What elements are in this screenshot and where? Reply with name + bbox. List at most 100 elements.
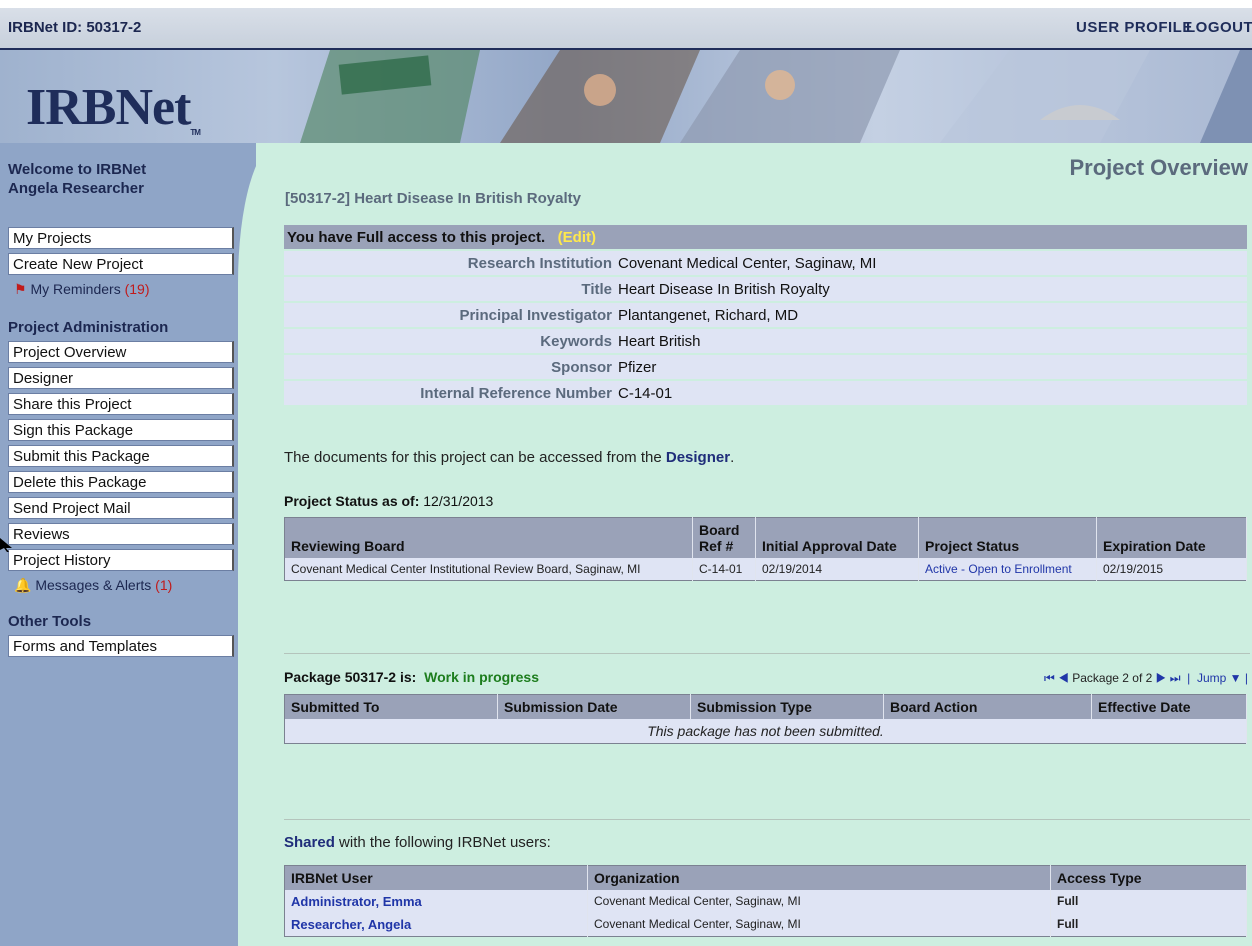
package-state: Work in progress <box>424 669 539 685</box>
logout-link[interactable]: LOGOUT <box>1186 19 1252 36</box>
chevron-down-icon[interactable]: ▼ <box>1230 671 1242 685</box>
cell-user: Administrator, Emma <box>284 890 588 913</box>
user-link[interactable]: Researcher, Angela <box>291 917 411 932</box>
col-submission-type: Submission Type <box>690 694 884 719</box>
info-label: Title <box>284 276 615 303</box>
table-row: Researcher, Angela Covenant Medical Cent… <box>284 913 1247 937</box>
sidebar-item-reviews[interactable]: Reviews <box>8 523 234 545</box>
project-status-link[interactable]: Active - Open to Enrollment <box>925 562 1072 576</box>
sidebar-item-send-project-mail[interactable]: Send Project Mail <box>8 497 234 519</box>
status-date: 12/31/2013 <box>423 493 494 509</box>
messages-label: Messages & Alerts <box>35 577 152 593</box>
col-expiration-date: Expiration Date <box>1096 517 1247 558</box>
sidebar-item-my-projects[interactable]: My Projects <box>8 227 234 249</box>
info-value: Plantangenet, Richard, MD <box>615 302 1247 329</box>
bell-alert-icon: 🔔 <box>14 577 32 593</box>
project-status-heading: Project Status as of: 12/31/2013 <box>284 493 493 509</box>
user-profile-link[interactable]: USER PROFILE <box>1076 19 1193 36</box>
project-heading: [50317-2] Heart Disease In British Royal… <box>285 190 581 207</box>
sidebar-item-project-history[interactable]: Project History <box>8 549 234 571</box>
shared-text: with the following IRBNet users: <box>339 834 551 851</box>
empty-package-message: This package has not been submitted. <box>284 719 1247 744</box>
package-label: Package 50317-2 is: <box>284 669 417 685</box>
sidebar-item-share-project[interactable]: Share this Project <box>8 393 234 415</box>
access-row: You have Full access to this project. (E… <box>284 225 1247 251</box>
sidebar-item-delete-package[interactable]: Delete this Package <box>8 471 234 493</box>
sidebar-item-create-new-project[interactable]: Create New Project <box>8 253 234 275</box>
sidebar-item-messages-alerts[interactable]: 🔔 Messages & Alerts (1) <box>14 577 172 594</box>
table-row: Covenant Medical Center Institutional Re… <box>284 558 1247 581</box>
sidebar-curve <box>238 143 278 946</box>
info-label: Research Institution <box>284 250 615 277</box>
designer-link[interactable]: Designer <box>666 449 730 466</box>
info-label: Principal Investigator <box>284 302 615 329</box>
col-irbnet-user: IRBNet User <box>284 865 588 890</box>
sidebar-item-project-overview[interactable]: Project Overview <box>8 341 234 363</box>
package-pager: ⏮ ◀ Package 2 of 2 ▶ ⏭ | Jump ▼ | <box>1044 671 1248 685</box>
sidebar-item-my-reminders[interactable]: ⚑ My Reminders (19) <box>14 281 150 298</box>
pager-text: Package 2 of 2 <box>1072 671 1153 685</box>
info-label: Keywords <box>284 328 615 355</box>
messages-count: (1) <box>155 577 173 593</box>
sidebar-item-submit-package[interactable]: Submit this Package <box>8 445 234 467</box>
next-page-icon[interactable]: ▶ <box>1156 671 1167 685</box>
banner-photo-collage <box>300 50 1252 143</box>
main-content: Project Overview [50317-2] Heart Disease… <box>238 143 1252 946</box>
col-organization: Organization <box>587 865 1051 890</box>
project-info-table: You have Full access to this project. (E… <box>284 225 1247 407</box>
table-row: This package has not been submitted. <box>284 719 1247 744</box>
header-banner: IRBNetTM <box>0 50 1252 143</box>
info-label: Internal Reference Number <box>284 380 615 407</box>
project-administration-heading: Project Administration <box>8 319 169 336</box>
col-submitted-to: Submitted To <box>284 694 498 719</box>
flag-icon: ⚑ <box>14 281 27 297</box>
last-page-icon[interactable]: ⏭ <box>1170 671 1181 685</box>
shared-link[interactable]: Shared <box>284 834 335 851</box>
reviewing-board-table: Reviewing Board Board Ref # Initial Appr… <box>284 517 1247 581</box>
sidebar-item-forms-templates[interactable]: Forms and Templates <box>8 635 234 657</box>
divider <box>284 653 1250 654</box>
sidebar-item-sign-package[interactable]: Sign this Package <box>8 419 234 441</box>
col-project-status: Project Status <box>918 517 1097 558</box>
info-value: C-14-01 <box>615 380 1247 407</box>
edit-access-link[interactable]: (Edit) <box>558 229 596 246</box>
documents-text-pre: The documents for this project can be ac… <box>284 449 662 466</box>
cell-board: Covenant Medical Center Institutional Re… <box>284 558 693 581</box>
sidebar-item-designer[interactable]: Designer <box>8 367 234 389</box>
cursor-arrow-icon <box>0 538 12 552</box>
prev-page-icon[interactable]: ◀ <box>1058 671 1069 685</box>
shared-users-text: Shared with the following IRBNet users: <box>284 834 551 851</box>
info-value: Covenant Medical Center, Saginaw, MI <box>615 250 1247 277</box>
user-link[interactable]: Administrator, Emma <box>291 894 422 909</box>
reminders-label: My Reminders <box>30 281 121 297</box>
cell-ref: C-14-01 <box>692 558 756 581</box>
col-initial-approval: Initial Approval Date <box>755 517 919 558</box>
page-title: Project Overview <box>1069 155 1248 180</box>
welcome-line-1: Welcome to IRBNet <box>8 161 147 178</box>
col-effective-date: Effective Date <box>1091 694 1247 719</box>
welcome-line-2: Angela Researcher <box>8 180 144 197</box>
divider <box>284 819 1250 820</box>
info-value: Heart Disease In British Royalty <box>615 276 1247 303</box>
info-value: Pfizer <box>615 354 1247 381</box>
shared-users-table: IRBNet User Organization Access Type Adm… <box>284 865 1247 937</box>
col-board-action: Board Action <box>883 694 1092 719</box>
cell-org: Covenant Medical Center, Saginaw, MI <box>587 913 1051 937</box>
cell-status: Active - Open to Enrollment <box>918 558 1097 581</box>
cell-expiration: 02/19/2015 <box>1096 558 1247 581</box>
first-page-icon[interactable]: ⏮ <box>1044 671 1055 685</box>
cell-approval: 02/19/2014 <box>755 558 919 581</box>
other-tools-heading: Other Tools <box>8 613 92 630</box>
welcome-text: Welcome to IRBNet Angela Researcher <box>8 160 146 198</box>
access-text: You have Full access to this project. <box>287 228 546 246</box>
col-reviewing-board: Reviewing Board <box>284 517 693 558</box>
cell-access: Full <box>1050 890 1247 913</box>
documents-text: The documents for this project can be ac… <box>284 449 734 466</box>
jump-link[interactable]: Jump <box>1197 671 1226 685</box>
col-board-ref: Board Ref # <box>692 517 756 558</box>
info-label: Sponsor <box>284 354 615 381</box>
reminders-count: (19) <box>124 281 150 297</box>
package-table: Submitted To Submission Date Submission … <box>284 694 1247 744</box>
col-submission-date: Submission Date <box>497 694 691 719</box>
package-status: Package 50317-2 is: Work in progress <box>284 669 539 685</box>
